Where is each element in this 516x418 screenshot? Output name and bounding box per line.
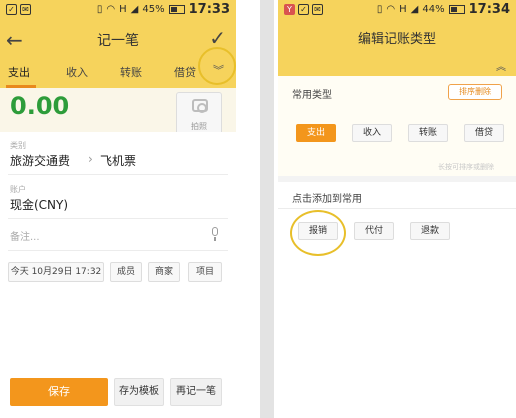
add-chip-payfor[interactable]: 代付	[354, 222, 394, 240]
section-title: 点击添加到常用	[292, 194, 362, 205]
account-label: 账户	[10, 185, 26, 194]
amount-value[interactable]: 0.00	[10, 92, 69, 120]
type-chip-expense[interactable]: 支出	[296, 124, 336, 142]
photo-button[interactable]: 拍照	[176, 92, 222, 136]
status-time: 17:33	[188, 2, 230, 17]
status-bar: Y ✓ ✉ ▯ ◠ H ◢ 44% 17:34	[278, 0, 516, 20]
category-main: 旅游交通费	[10, 154, 71, 168]
section-title: 常用类型	[292, 90, 332, 101]
battery-percent: 45%	[142, 4, 165, 15]
microphone-icon[interactable]	[210, 227, 220, 241]
highlight-circle	[198, 47, 236, 85]
member-chip[interactable]: 成员	[110, 262, 142, 282]
divider	[278, 208, 516, 209]
record-entry-screen: ✓ ✉ ▯ ◠ H ◢ 45% 17:33 ← 记一笔 ✓ 支出 收入 转账 借…	[0, 0, 236, 418]
record-again-button[interactable]: 再记一笔	[170, 378, 222, 406]
add-chip-refund[interactable]: 退款	[410, 222, 450, 240]
photo-label: 拍照	[191, 122, 207, 131]
notification-icon: ✉	[20, 4, 31, 15]
page-title: 编辑记账类型	[357, 32, 436, 47]
wifi-icon: ◠	[106, 4, 116, 15]
vibrate-icon: ▯	[96, 4, 103, 15]
battery-icon	[168, 5, 185, 14]
camera-icon	[192, 99, 208, 113]
date-chip[interactable]: 今天 10月29日 17:32	[8, 262, 104, 282]
tab-loan[interactable]: 借贷	[174, 64, 196, 80]
category-sub: 飞机票	[100, 154, 137, 168]
divider	[8, 250, 228, 251]
divider	[8, 174, 228, 175]
signal-icon: ◢	[130, 4, 139, 15]
battery-percent: 44%	[422, 4, 445, 15]
save-template-button[interactable]: 存为模板	[114, 378, 164, 406]
sort-delete-button[interactable]: 排序删除	[448, 84, 502, 100]
status-bar: ✓ ✉ ▯ ◠ H ◢ 45% 17:33	[0, 0, 236, 20]
notification-icon: ✓	[298, 4, 309, 15]
project-chip[interactable]: 项目	[188, 262, 222, 282]
status-time: 17:34	[468, 2, 510, 17]
highlight-circle	[290, 210, 346, 256]
network-type-label: H	[399, 4, 407, 15]
chevron-right-icon: ›	[88, 152, 93, 166]
merchant-chip[interactable]: 商家	[148, 262, 180, 282]
tab-transfer[interactable]: 转账	[120, 64, 142, 80]
vibrate-icon: ▯	[376, 4, 383, 15]
tab-expense[interactable]: 支出	[8, 64, 30, 80]
network-type-label: H	[119, 4, 127, 15]
account-field[interactable]: 现金(CNY)	[10, 196, 68, 213]
battery-icon	[448, 5, 465, 14]
app-notification-icon: Y	[284, 4, 295, 15]
note-input[interactable]: 备注...	[10, 228, 40, 243]
signal-icon: ◢	[410, 4, 419, 15]
form-body: 类别 旅游交通费 › 飞机票 账户 现金(CNY) 备注... 今天 10月29…	[0, 132, 236, 418]
hint-text: 长按可排序或删除	[438, 163, 494, 171]
type-chip-loan[interactable]: 借贷	[464, 124, 504, 142]
collapse-chevron-icon[interactable]: ︽	[496, 58, 506, 73]
save-button[interactable]: 保存	[10, 378, 108, 406]
type-chip-transfer[interactable]: 转账	[408, 124, 448, 142]
separator	[236, 0, 278, 418]
notification-icon: ✓	[6, 4, 17, 15]
notification-icon: ✉	[312, 4, 323, 15]
tab-income[interactable]: 收入	[66, 64, 88, 80]
header: 编辑记账类型 ︽	[278, 20, 516, 76]
edit-types-screen: Y ✓ ✉ ▯ ◠ H ◢ 44% 17:34 编辑记账类型 ︽ 常用类型 排序…	[278, 0, 516, 418]
page-title: 记一笔	[97, 33, 139, 49]
common-types-panel: 常用类型 排序删除 支出 收入 转账 借贷 长按可排序或删除	[278, 76, 516, 176]
category-label: 类别	[10, 141, 26, 150]
divider	[8, 218, 228, 219]
wifi-icon: ◠	[386, 4, 396, 15]
type-chip-income[interactable]: 收入	[352, 124, 392, 142]
